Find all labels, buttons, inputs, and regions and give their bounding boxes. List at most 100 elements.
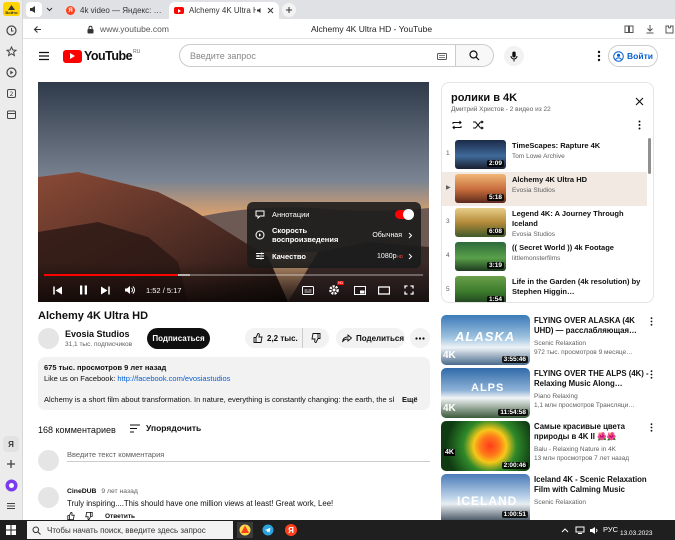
reader-mode-button[interactable]	[623, 23, 635, 35]
subtitles-button[interactable]	[301, 283, 315, 297]
playlist-item[interactable]: 3 6:08 Legend 4K: A Journey Through Icel…	[442, 206, 647, 240]
share-button[interactable]: Поделиться	[336, 328, 405, 348]
settings-button[interactable]: HD	[327, 281, 344, 297]
dislike-button[interactable]	[303, 328, 329, 348]
playlist-item-current[interactable]: ▶ 5:18 Alchemy 4K Ultra HD Evosia Studio…	[442, 172, 647, 206]
site-security-button[interactable]	[85, 24, 95, 34]
tab-yandex-search[interactable]: Я 4k video — Яндекс: нашл	[61, 2, 169, 19]
new-tab-button[interactable]	[282, 3, 296, 17]
like-button[interactable]: 2,2 тыс.	[245, 328, 303, 348]
settings-row-speed[interactable]: Скорость воспроизведения Обычная	[247, 225, 421, 245]
taskbar-yandex[interactable]: Я	[283, 522, 299, 538]
comment-author[interactable]: CineDUB	[67, 488, 96, 495]
loop-button[interactable]	[450, 118, 464, 132]
taskbar-search-box[interactable]: Чтобы начать поиск, введите здесь запрос	[27, 521, 233, 539]
signin-button[interactable]: Войти	[608, 45, 658, 67]
mute-button[interactable]	[122, 283, 136, 297]
reply-button[interactable]: Ответить	[105, 513, 135, 520]
playlist-item-author: Evosia Studios	[512, 231, 555, 238]
next-button[interactable]	[98, 283, 112, 297]
add-panel-button[interactable]	[3, 456, 19, 472]
related-video[interactable]: 4K 2:00:46 Самые красивые цвета природы …	[441, 421, 654, 473]
comment-like-icon[interactable]	[67, 512, 75, 520]
more-vertical-icon[interactable]	[650, 423, 653, 432]
speed-icon	[255, 230, 265, 240]
taskbar-yandex-browser[interactable]	[237, 522, 253, 538]
channel-avatar[interactable]	[38, 328, 59, 349]
volume-tray-button[interactable]	[589, 525, 599, 535]
progress-bar[interactable]	[44, 274, 423, 276]
comment-dislike-icon[interactable]	[85, 512, 93, 520]
calendar-button[interactable]	[3, 106, 19, 122]
settings-label: Аннотации	[272, 209, 310, 219]
playlist-item[interactable]: 5 1:54 Life in the Garden (4k resolution…	[442, 274, 647, 302]
more-vertical-icon[interactable]	[650, 317, 653, 326]
previous-button[interactable]	[51, 283, 65, 297]
playlist-item-author: Evosia Studios	[512, 187, 555, 194]
description-text: Alchemy is a short film about transforma…	[44, 395, 394, 404]
playlist-item-title: Life in the Garden (4k resolution) by St…	[512, 277, 641, 296]
plus-icon	[286, 7, 292, 13]
facebook-link[interactable]: http://facebook.com/evosiastudios	[117, 374, 230, 383]
sort-comments-button[interactable]: Упорядочить	[129, 423, 201, 433]
region-code: RU	[133, 49, 141, 55]
guide-menu-button[interactable]	[37, 49, 51, 63]
extensions-button[interactable]	[663, 23, 675, 35]
commenter-avatar[interactable]	[38, 487, 59, 508]
close-tab-icon[interactable]	[267, 7, 274, 14]
tab-youtube-active[interactable]: Alchemy 4K Ultra HD	[169, 2, 279, 19]
description-box[interactable]: 675 тыс. просмотров 9 лет назад Like us …	[38, 357, 430, 410]
back-button[interactable]	[31, 23, 43, 35]
more-actions-button[interactable]	[410, 328, 430, 348]
yandex-logo-button[interactable]: Войти	[3, 2, 20, 16]
more-vertical-icon[interactable]	[650, 370, 653, 379]
browser-sidebar: Войти 2 Я	[0, 0, 23, 520]
tray-chevron-button[interactable]	[560, 525, 570, 535]
close-playlist-button[interactable]	[633, 95, 645, 107]
search-input[interactable]: Введите запрос	[179, 44, 456, 67]
playlist-title[interactable]: ролики в 4K	[451, 92, 517, 104]
pause-button[interactable]	[76, 283, 90, 297]
media-button[interactable]	[3, 64, 19, 80]
taskbar-date[interactable]: 13.03.2023	[620, 530, 653, 537]
related-video[interactable]: ALPS 4K 11:54:58 FLYING OVER THE ALPS (4…	[441, 368, 654, 420]
shuffle-button[interactable]	[471, 118, 485, 132]
search-button[interactable]	[456, 44, 494, 67]
settings-menu-button[interactable]	[592, 49, 606, 63]
tabs-dropdown-button[interactable]	[43, 2, 55, 17]
taskbar-telegram[interactable]	[260, 522, 276, 538]
playlist-scrollbar[interactable]	[648, 138, 651, 174]
playlist-item[interactable]: 1 2:09 TimeScapes: Rapture 4K Tom Lowe A…	[442, 138, 647, 172]
input-language[interactable]: РУС	[603, 525, 618, 534]
sound-toggle-button[interactable]	[26, 2, 42, 17]
channel-name[interactable]: Evosia Studios	[65, 329, 130, 339]
settings-row-annotations[interactable]: Аннотации	[247, 204, 421, 224]
url-text[interactable]: www.youtube.com	[100, 24, 169, 34]
theater-mode-button[interactable]	[377, 283, 391, 297]
comment-input[interactable]: Введите текст комментария	[67, 450, 430, 462]
playlist-item[interactable]: 4 3:19 (( Secret World )) 4k Footage lit…	[442, 240, 647, 274]
network-icon	[575, 526, 585, 534]
playlist-menu-button[interactable]	[633, 118, 645, 132]
fullscreen-button[interactable]	[402, 283, 416, 297]
annotations-toggle[interactable]	[395, 208, 414, 220]
related-video[interactable]: ALASKA 4K 3:55:46 FLYING OVER ALASKA (4K…	[441, 315, 654, 367]
voice-search-button[interactable]	[504, 46, 524, 66]
video-player[interactable]: Аннотации Скорость воспроизведения Обычн…	[38, 82, 429, 302]
keyboard-icon[interactable]	[437, 53, 447, 60]
history-button[interactable]	[3, 22, 19, 38]
bookmarks-button[interactable]	[3, 43, 19, 59]
alice-button[interactable]	[3, 477, 19, 493]
related-channel: Scenic Relaxation	[534, 499, 587, 506]
miniplayer-button[interactable]	[353, 283, 367, 297]
network-button[interactable]	[575, 525, 585, 535]
youtube-logo[interactable]: YouTube RU	[63, 49, 140, 63]
start-button[interactable]	[5, 524, 17, 536]
sidebar-menu-button[interactable]	[3, 498, 19, 514]
downloads-button[interactable]	[644, 23, 656, 35]
related-video[interactable]: ICELAND 1:00:51 Iceland 4K - Scenic Rela…	[441, 474, 654, 520]
subscribe-button[interactable]: Подписаться	[147, 328, 210, 349]
downloads-button[interactable]: 2	[3, 85, 19, 101]
show-more-link[interactable]: Ещё	[402, 395, 418, 404]
alice-yandex-button[interactable]: Я	[3, 436, 19, 452]
